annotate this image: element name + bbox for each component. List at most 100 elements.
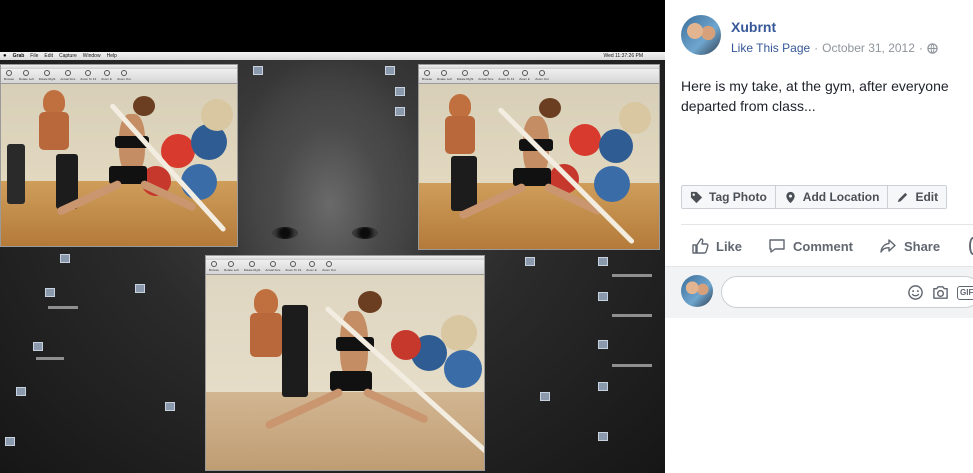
gym-photo — [419, 84, 659, 249]
camera-icon[interactable] — [932, 284, 949, 301]
like-button[interactable]: Like — [691, 236, 742, 256]
zoom-in-icon: Zoom In — [519, 70, 530, 82]
post-caption: Here is my take, at the gym, after every… — [681, 78, 949, 114]
desktop-file-icon — [165, 402, 175, 411]
emoji-icon[interactable] — [907, 284, 924, 301]
tag-photo-label: Tag Photo — [709, 190, 767, 204]
menubar-app: Grab — [12, 53, 25, 59]
edit-label: Edit — [915, 190, 939, 204]
rotate-left-icon: Rotate Left — [224, 261, 239, 273]
gif-icon[interactable]: GIF — [957, 285, 973, 300]
menubar-clock: Wed 11:37:26 PM — [603, 53, 643, 59]
zoom-out-icon: Zoom Out — [535, 70, 549, 82]
menubar-item: Help — [106, 53, 117, 59]
desktop-file-icon — [598, 382, 608, 391]
thumbs-up-icon — [692, 238, 709, 254]
page-name-link[interactable]: Xubrnt — [731, 15, 938, 39]
rotate-right-icon: Rotate Right — [244, 261, 260, 273]
menubar-item: Window — [82, 53, 101, 59]
pencil-icon — [898, 192, 908, 202]
grab-toolbar: Browse Rotate Left Rotate Right Actual S… — [419, 69, 659, 84]
commenter-avatar — [681, 275, 713, 307]
desktop-file-icon — [525, 257, 535, 266]
add-location-button[interactable]: Add Location — [774, 185, 889, 209]
edit-button[interactable]: Edit — [887, 185, 948, 209]
post-meta: Like This Page · October 31, 2012 · — [731, 39, 938, 57]
comment-label: Comment — [793, 238, 853, 254]
comment-input-icons: GIF — [907, 284, 973, 301]
add-location-label: Add Location — [802, 190, 880, 204]
desktop-file-icon — [598, 292, 608, 301]
meta-separator: · — [918, 41, 923, 55]
wallpaper-eye-left — [272, 227, 298, 239]
desktop-file-icon — [135, 284, 145, 293]
browse-tool-icon: Browse — [4, 70, 14, 82]
photo-actions: Tag Photo Add Location Edit — [681, 185, 948, 209]
grab-toolbar: Browse Rotate Left Rotate Right Actual S… — [1, 69, 237, 84]
screen: ● Grab File Edit Capture Window Help Wed… — [0, 0, 973, 473]
desktop-file-label — [612, 364, 652, 367]
browse-tool-icon: Browse — [422, 70, 432, 82]
rotate-left-icon: Rotate Left — [437, 70, 452, 82]
mac-menubar: ● Grab File Edit Capture Window Help Wed… — [0, 52, 665, 60]
rotate-right-icon: Rotate Right — [39, 70, 55, 82]
menubar-item: File — [30, 53, 39, 59]
rotate-left-icon: Rotate Left — [19, 70, 34, 82]
post-date[interactable]: October 31, 2012 — [822, 39, 915, 57]
grab-window: Browse Rotate Left Rotate Right Actual S… — [418, 64, 660, 250]
zoom-in-icon: Zoom In — [306, 261, 317, 273]
zoom-to-fit-icon: Zoom To Fit — [285, 261, 301, 273]
desktop-file-label — [612, 314, 652, 317]
desktop-file-label — [36, 357, 64, 360]
share-arrow-icon — [880, 239, 896, 253]
desktop-file-label — [48, 306, 78, 309]
desktop-file-icon — [598, 432, 608, 441]
globe-icon[interactable] — [927, 42, 938, 54]
gym-photo — [1, 84, 237, 246]
desktop-file-icon — [16, 387, 26, 396]
zoom-out-icon: Zoom Out — [117, 70, 131, 82]
zoom-out-icon: Zoom Out — [322, 261, 336, 273]
desktop-file-icon — [33, 342, 43, 351]
gym-photo — [206, 275, 484, 470]
desktop-file-icon — [540, 392, 550, 401]
zoom-to-fit-icon: Zoom To Fit — [498, 70, 514, 82]
browse-tool-icon: Browse — [209, 261, 219, 273]
actual-size-icon: Actual Size — [478, 70, 493, 82]
location-pin-icon — [786, 191, 795, 203]
wallpaper-eye-right — [352, 227, 378, 239]
share-label: Share — [903, 238, 941, 254]
grab-window: Browse Rotate Left Rotate Right Actual S… — [205, 255, 485, 471]
menubar-item: Capture — [58, 53, 77, 59]
desktop-file-icon — [5, 437, 15, 446]
divider — [681, 224, 973, 225]
desktop-file-icon — [395, 87, 405, 96]
page-avatar[interactable] — [681, 15, 721, 55]
rotate-right-icon: Rotate Right — [457, 70, 473, 82]
desktop-file-icon — [395, 107, 405, 116]
desktop-file-icon — [253, 66, 263, 75]
actual-size-icon: Actual Size — [60, 70, 75, 82]
comment-composer: GIF — [665, 266, 973, 318]
zoom-in-icon: Zoom In — [101, 70, 112, 82]
post-sidebar: Xubrnt Like This Page · October 31, 2012… — [665, 0, 973, 473]
photo-image: ● Grab File Edit Capture Window Help Wed… — [0, 52, 665, 473]
tag-photo-button[interactable]: Tag Photo — [681, 185, 776, 209]
desktop-file-icon — [385, 66, 395, 75]
like-page-link[interactable]: Like This Page — [731, 39, 810, 57]
comment-button[interactable]: Comment — [768, 236, 853, 256]
more-options-icon[interactable] — [969, 237, 973, 255]
tag-icon — [690, 191, 703, 203]
actual-size-icon: Actual Size — [265, 261, 280, 273]
desktop-file-label — [612, 274, 652, 277]
reaction-bar: Like Comment Share — [691, 236, 966, 256]
share-button[interactable]: Share — [879, 236, 940, 256]
zoom-to-fit-icon: Zoom To Fit — [80, 70, 96, 82]
desktop-file-icon — [598, 340, 608, 349]
grab-window: Browse Rotate Left Rotate Right Actual S… — [0, 64, 238, 247]
post-header-text: Xubrnt Like This Page · October 31, 2012… — [731, 15, 938, 57]
photo-viewer[interactable]: ● Grab File Edit Capture Window Help Wed… — [0, 0, 665, 473]
apple-icon: ● — [3, 53, 7, 59]
desktop-file-icon — [60, 254, 70, 263]
comment-bubble-icon — [769, 239, 785, 253]
